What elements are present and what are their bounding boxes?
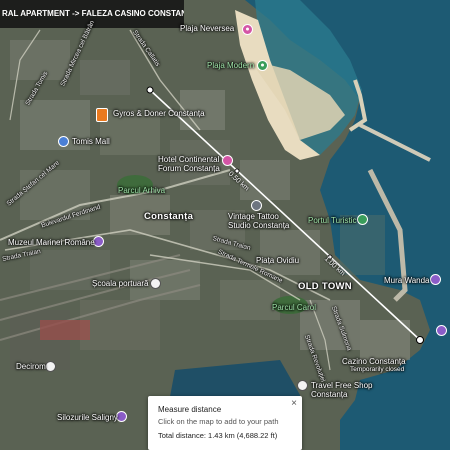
measure-end-point (416, 336, 424, 344)
poi-piata-ovidiu-label[interactable]: Piața Ovidiu (256, 256, 299, 265)
poi-decirom-pin[interactable] (45, 361, 56, 372)
poi-tomis-mall-pin[interactable] (58, 136, 69, 147)
poi-mura-wanda-label[interactable]: Mura Wanda (384, 276, 430, 285)
close-icon[interactable]: × (291, 398, 297, 409)
poi-gyros-label[interactable]: Gyros & Doner Constanța (113, 109, 205, 118)
poi-silozurile-label[interactable]: Silozurile Saligny (57, 413, 118, 422)
poi-plaja-modern-pin[interactable]: ● (257, 60, 268, 71)
poi-cazino-label[interactable]: Cazino Constanța (342, 357, 406, 366)
measure-start-point (146, 86, 154, 94)
poi-vintage-tattoo-label[interactable]: Vintage Tattoo Studio Constanța (228, 212, 298, 230)
poi-cazino-status: Temporarily closed (350, 366, 405, 373)
poi-vintage-tattoo-pin[interactable] (251, 200, 262, 211)
measure-distance-card[interactable]: Measure distance Click on the map to add… (148, 396, 302, 450)
poi-portul-turistic-pin[interactable] (357, 214, 368, 225)
poi-decirom-label[interactable]: Decirom (16, 362, 46, 371)
poi-constanta-label: Constanța (144, 211, 194, 222)
poi-parcul-arhiva-label[interactable]: Parcul Arhiva (118, 186, 165, 195)
measure-title: Measure distance (158, 405, 222, 414)
poi-scoala-portuara-pin[interactable] (150, 278, 161, 289)
poi-scoala-portuara-label[interactable]: Școala portuară (92, 279, 148, 288)
poi-plaja-modern-label[interactable]: Plaja Modern (207, 61, 254, 70)
measure-total-distance: Total distance: 1.43 km (4,688.22 ft) (158, 431, 278, 440)
poi-plaja-neversea-label[interactable]: Plaja Neversea (180, 24, 234, 33)
poi-old-town-label: OLD TOWN (298, 281, 352, 292)
poi-tomis-mall-label[interactable]: Tomis Mall (72, 137, 110, 146)
poi-mura-wanda-pin[interactable] (430, 274, 441, 285)
poi-travel-free-label[interactable]: Travel Free Shop Constanța (311, 381, 381, 399)
poi-muzeul-marinei-label[interactable]: Muzeul Marinei Române (8, 238, 95, 247)
measure-hint: Click on the map to add to your path (158, 417, 279, 426)
poi-hotel-continental-label[interactable]: Hotel Continental Forum Constanța (158, 155, 222, 173)
poi-portul-turistic-label[interactable]: Portul Turistic (308, 216, 356, 225)
poi-travel-free-pin[interactable] (297, 380, 308, 391)
measure-mid-point-1 (234, 168, 240, 174)
poi-gyros-pin[interactable] (96, 108, 108, 122)
poi-hotel-continental-pin[interactable] (222, 155, 233, 166)
poi-cazino-pin[interactable] (436, 325, 447, 336)
poi-plaja-neversea-pin[interactable]: ● (242, 24, 253, 35)
poi-parcul-carol-label[interactable]: Parcul Carol (272, 303, 316, 312)
